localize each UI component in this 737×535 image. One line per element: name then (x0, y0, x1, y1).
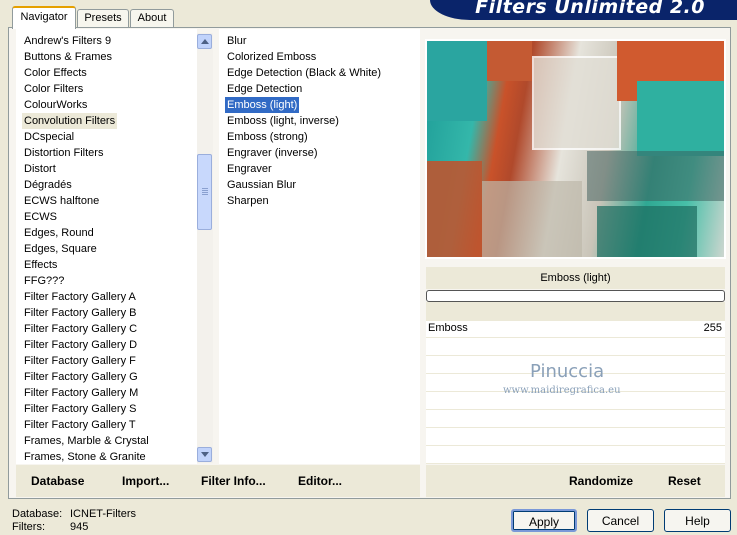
category-list-item[interactable]: Filter Factory Gallery C (22, 321, 139, 337)
category-list[interactable]: Andrew's Filters 9 Buttons & Frames Color … (16, 29, 197, 464)
category-list-item[interactable]: Color Effects (22, 65, 89, 81)
scroll-up-button[interactable] (197, 34, 212, 49)
filter-list-item[interactable]: Edge Detection (Black & White) (225, 65, 383, 81)
category-list-item[interactable]: Color Filters (22, 81, 85, 97)
category-list-item[interactable]: Edges, Round (22, 225, 96, 241)
randomize-button[interactable]: Randomize (569, 465, 633, 497)
parameter-name: Emboss (428, 322, 468, 334)
parameter-row (426, 429, 725, 446)
category-list-item[interactable]: Frames, Stone & Granite (22, 449, 148, 464)
params-header (426, 302, 725, 321)
banner-title: Filters Unlimited 2.0 (475, 0, 705, 18)
watermark-name: Pinuccia (530, 361, 605, 382)
filter-list-item[interactable]: Gaussian Blur (225, 177, 298, 193)
reset-button[interactable]: Reset (668, 465, 701, 497)
filter-info-button[interactable]: Filter Info... (201, 465, 266, 497)
right-button-strip: Randomize Reset (426, 465, 725, 497)
progress-bar (426, 290, 725, 302)
filter-list-item[interactable]: Emboss (strong) (225, 129, 310, 145)
category-list-item[interactable]: Filter Factory Gallery B (22, 305, 138, 321)
category-list-item[interactable]: Filter Factory Gallery D (22, 337, 139, 353)
arrow-down-icon (201, 452, 209, 457)
tab-about[interactable]: About (130, 9, 174, 27)
parameter-row (426, 447, 725, 464)
apply-button[interactable]: Apply (511, 509, 577, 532)
scroll-thumb[interactable] (197, 154, 212, 230)
category-list-item[interactable]: Edges, Square (22, 241, 99, 257)
filters-count-value: 945 (70, 521, 89, 533)
category-list-item[interactable]: FFG??? (22, 273, 66, 289)
current-filter-label: Emboss (light) (426, 267, 725, 289)
category-list-item[interactable]: Filter Factory Gallery G (22, 369, 140, 385)
category-list-item[interactable]: Filter Factory Gallery T (22, 417, 138, 433)
category-list-item[interactable]: Filter Factory Gallery S (22, 401, 138, 417)
arrow-up-icon (201, 39, 209, 44)
filter-list-item[interactable]: Colorized Emboss (225, 49, 318, 65)
help-button[interactable]: Help (664, 509, 731, 532)
category-list-item[interactable]: Filter Factory Gallery F (22, 353, 138, 369)
parameter-row (426, 411, 725, 428)
import-button[interactable]: Import... (122, 465, 169, 497)
category-list-item[interactable]: Andrew's Filters 9 (22, 33, 113, 49)
filter-list-item[interactable]: Emboss (light) (223, 96, 301, 114)
tab-presets[interactable]: Presets (77, 9, 129, 27)
category-list-item[interactable]: Buttons & Frames (22, 49, 114, 65)
category-list-item[interactable]: Distort (22, 161, 58, 177)
category-scrollbar[interactable] (197, 33, 213, 463)
preview-image[interactable] (427, 41, 724, 257)
editor-button[interactable]: Editor... (298, 465, 342, 497)
filter-list-item[interactable]: Blur (225, 33, 249, 49)
category-list-item[interactable]: Filter Factory Gallery M (22, 385, 140, 401)
database-value: ICNET-Filters (70, 508, 136, 520)
category-list-item[interactable]: Filter Factory Gallery A (22, 289, 138, 305)
category-list-item[interactable]: Convolution Filters (22, 113, 118, 129)
filter-list-item[interactable]: Engraver (inverse) (225, 145, 319, 161)
category-list-item[interactable]: ECWS (22, 209, 59, 225)
parameter-row (426, 339, 725, 356)
tab-navigator[interactable]: Navigator (12, 6, 76, 29)
watermark-url: www.maidiregrafica.eu (503, 385, 621, 396)
filters-count-label: Filters: (12, 521, 45, 533)
category-list-item[interactable]: Dégradés (22, 177, 74, 193)
category-list-item[interactable]: ColourWorks (22, 97, 89, 113)
filter-list-item[interactable]: Edge Detection (225, 81, 304, 97)
scroll-down-button[interactable] (197, 447, 212, 462)
filter-list-item[interactable]: Emboss (light, inverse) (225, 113, 341, 129)
category-list-item[interactable]: DCspecial (22, 129, 76, 145)
left-button-strip: Database Import... Filter Info... Editor… (16, 465, 420, 497)
cancel-button[interactable]: Cancel (587, 509, 654, 532)
category-list-item[interactable]: Frames, Marble & Crystal (22, 433, 151, 449)
parameter-value[interactable]: 255 (704, 322, 722, 334)
filter-list[interactable]: Blur Colorized Emboss Edge Detection (Blac… (219, 29, 420, 464)
filter-list-item[interactable]: Sharpen (225, 193, 271, 209)
category-list-item[interactable]: Effects (22, 257, 59, 273)
category-list-item[interactable]: Distortion Filters (22, 145, 105, 161)
parameter-row[interactable]: Emboss 255 (426, 321, 725, 338)
filter-list-item[interactable]: Engraver (225, 161, 274, 177)
category-list-item[interactable]: ECWS halftone (22, 193, 101, 209)
database-label: Database: (12, 508, 63, 520)
title-banner: Filters Unlimited 2.0 (430, 0, 737, 20)
database-button[interactable]: Database (31, 465, 84, 497)
